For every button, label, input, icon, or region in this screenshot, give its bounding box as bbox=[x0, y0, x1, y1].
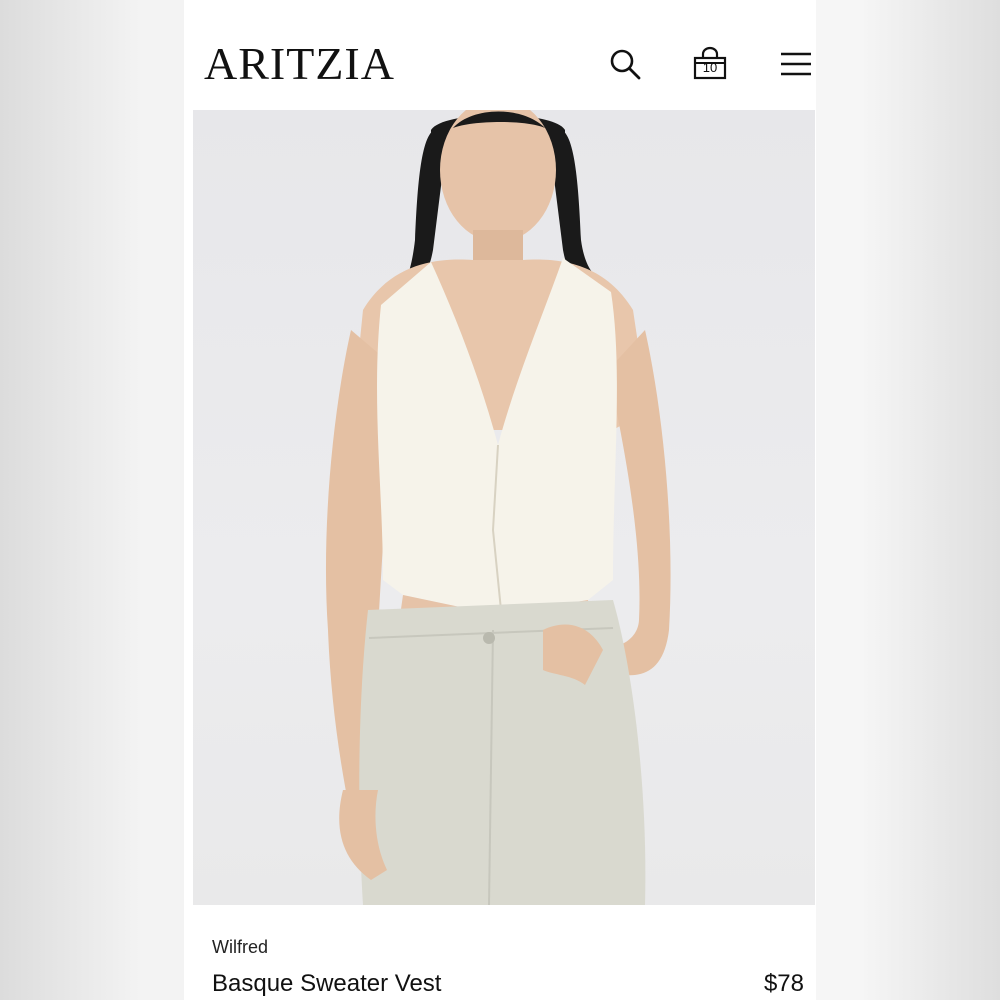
product-brand[interactable]: Wilfred bbox=[212, 937, 268, 957]
product-price: $78 bbox=[763, 970, 804, 997]
site-header: ARITZIA 10 bbox=[184, 0, 816, 110]
brand-logo[interactable]: ARITZIA bbox=[204, 36, 395, 92]
screenshot-backdrop: ARITZIA 10 Wilfred Basque Sweater Vest $… bbox=[0, 0, 1000, 1000]
app-screen: ARITZIA 10 Wilfred Basque Sweater Vest $… bbox=[184, 0, 816, 1000]
product-details[interactable]: Wilfred Basque Sweater Vest $78 bbox=[184, 905, 816, 1000]
model-illustration bbox=[325, 110, 671, 905]
search-icon bbox=[610, 49, 641, 80]
menu-icon bbox=[781, 52, 811, 76]
product-image[interactable] bbox=[193, 110, 815, 905]
menu-button[interactable] bbox=[776, 44, 816, 84]
shopping-bag-button[interactable]: 10 bbox=[690, 44, 730, 84]
search-button[interactable] bbox=[605, 44, 645, 84]
product-name[interactable]: Basque Sweater Vest bbox=[212, 969, 441, 999]
bag-count-badge: 10 bbox=[702, 60, 718, 75]
